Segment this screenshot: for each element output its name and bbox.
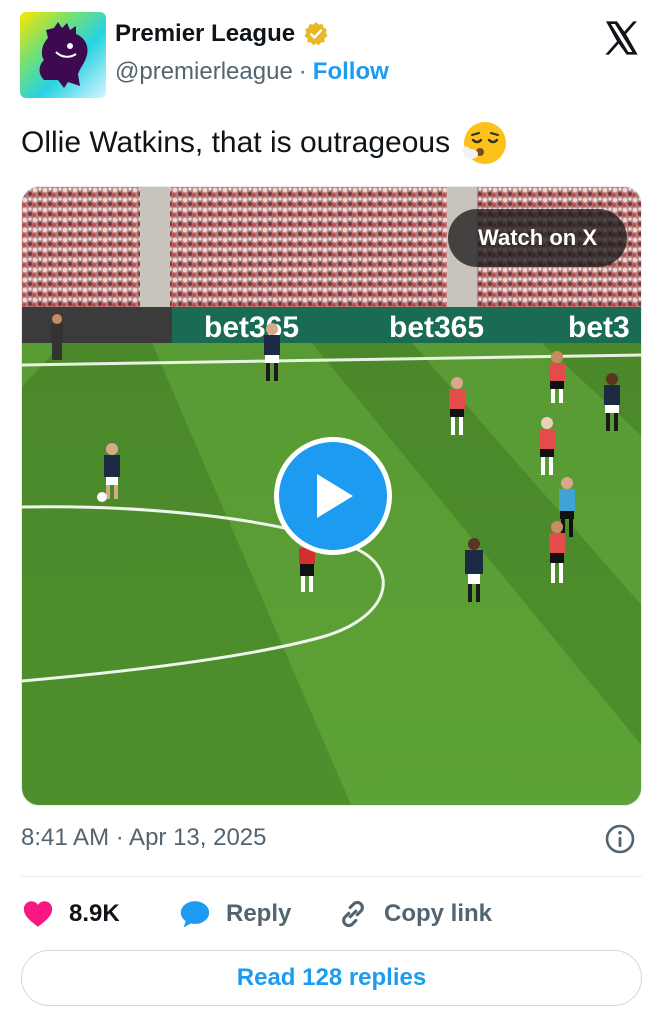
- follow-button[interactable]: Follow: [313, 58, 389, 86]
- copy-link-button[interactable]: Copy link: [336, 897, 492, 931]
- info-icon[interactable]: [604, 823, 636, 855]
- link-icon: [342, 900, 364, 928]
- verified-badge-icon: [304, 22, 328, 46]
- watch-on-x-button[interactable]: Watch on X: [448, 209, 627, 267]
- play-icon: [317, 474, 353, 518]
- read-replies-button[interactable]: Read 128 replies: [21, 950, 642, 1006]
- premier-league-lion-icon: [39, 22, 88, 88]
- ad-board-2: bet365: [389, 311, 484, 344]
- account-handle[interactable]: @premierleague: [115, 58, 293, 86]
- separator: ·: [298, 58, 307, 85]
- handle-row: @premierleague · Follow: [115, 58, 389, 86]
- reply-bubble-icon: [180, 901, 210, 928]
- avatar[interactable]: [20, 12, 106, 98]
- tweet-timestamp[interactable]: 8:41 AM · Apr 13, 2025: [21, 824, 267, 852]
- divider: [21, 876, 642, 877]
- tweet-body: Ollie Watkins, that is outrageous: [21, 126, 451, 159]
- tweet-text: Ollie Watkins, that is outrageous: [21, 120, 508, 166]
- like-button[interactable]: 8.9K: [21, 897, 178, 931]
- action-bar: 8.9K Reply Copy link: [21, 892, 642, 936]
- reply-label: Reply: [226, 900, 292, 927]
- heart-icon: [23, 901, 53, 927]
- reply-button[interactable]: Reply: [178, 897, 336, 931]
- tweet-header: Premier League @premierleague · Follow: [20, 12, 643, 98]
- ad-board-1: bet365: [204, 311, 299, 344]
- video-player[interactable]: bet365 bet365 bet3 Watch on X: [21, 186, 642, 806]
- play-button[interactable]: [274, 437, 392, 555]
- x-logo-icon[interactable]: [601, 18, 641, 58]
- like-count: 8.9K: [69, 900, 120, 927]
- copy-link-label: Copy link: [384, 900, 493, 927]
- name-row: Premier League: [115, 20, 329, 48]
- ad-board-3: bet3: [568, 311, 630, 344]
- account-name[interactable]: Premier League: [115, 20, 295, 48]
- face-exhaling-emoji-icon: [462, 122, 507, 164]
